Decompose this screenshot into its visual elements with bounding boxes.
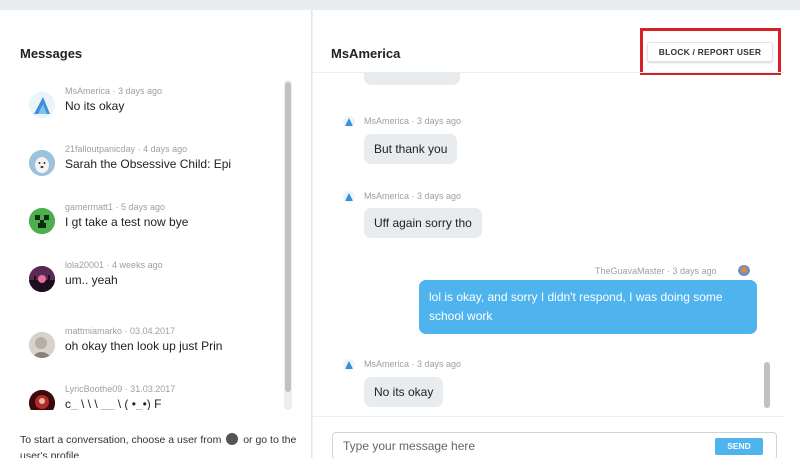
creeper-avatar-icon xyxy=(29,208,55,234)
message-thread: MsAmerica · 3 days ago But thank you MsA… xyxy=(331,73,771,408)
landscape-avatar-icon xyxy=(29,266,55,292)
conversation-preview: I gt take a test now bye xyxy=(65,215,189,229)
messages-heading: Messages xyxy=(20,46,83,61)
start-conversation-hint: To start a conversation, choose a user f… xyxy=(20,433,297,458)
red-avatar-icon xyxy=(29,390,55,410)
conversation-item[interactable]: gamermatt1 · 5 days ago I gt take a test… xyxy=(20,196,282,254)
dog-avatar-icon xyxy=(29,150,55,176)
sender-avatar-icon xyxy=(343,115,355,127)
chat-panel: MsAmerica BLOCK / REPORT USER MsAmerica … xyxy=(313,10,800,458)
scrollbar-thumb[interactable] xyxy=(764,362,770,408)
message-bubble: Uff again sorry tho xyxy=(364,208,482,238)
conversation-item[interactable]: mattmiamarko · 03.04.2017 oh okay then l… xyxy=(20,320,282,378)
input-divider xyxy=(313,416,785,417)
cartoon-avatar-icon xyxy=(29,92,55,118)
user-icon[interactable] xyxy=(226,433,239,445)
conversation-meta: MsAmerica · 3 days ago xyxy=(65,86,163,96)
conversation-item[interactable]: MsAmerica · 3 days ago No its okay xyxy=(20,80,282,138)
conversation-preview: No its okay xyxy=(65,99,125,113)
conversation-preview: um.. yeah xyxy=(65,273,118,287)
own-message-bubble: lol is okay, and sorry I didn't respond,… xyxy=(419,280,757,334)
conversation-meta: lola20001 · 4 weeks ago xyxy=(65,260,163,270)
message-meta: TheGuavaMaster · 3 days ago xyxy=(595,266,717,276)
sender-avatar-icon xyxy=(343,190,355,202)
scrollbar-thumb[interactable] xyxy=(285,82,291,392)
conversation-meta: 21falloutpanicday · 4 days ago xyxy=(65,144,188,154)
conversation-list: MsAmerica · 3 days ago No its okay 21fal… xyxy=(20,80,282,410)
chat-title: MsAmerica xyxy=(331,46,401,61)
conversation-scrollbar[interactable] xyxy=(284,80,292,410)
conversation-item[interactable]: LyricBoothe09 · 31.03.2017 c_ \ \ \ __ \… xyxy=(20,378,282,410)
sender-avatar-icon xyxy=(343,358,355,370)
message-bubble: But thank you xyxy=(364,134,458,164)
message-meta: MsAmerica · 3 days ago xyxy=(364,359,462,369)
message-composer: SEND xyxy=(332,432,777,458)
conversation-meta: mattmiamarko · 03.04.2017 xyxy=(65,326,176,336)
top-strip xyxy=(0,0,800,10)
message-bubble xyxy=(364,73,460,85)
highlight-box xyxy=(640,28,781,75)
send-button[interactable]: SEND xyxy=(715,438,763,455)
conversation-meta: gamermatt1 · 5 days ago xyxy=(65,202,166,212)
conversation-preview: Sarah the Obsessive Child: Epi xyxy=(65,157,232,171)
conversation-item[interactable]: lola20001 · 4 weeks ago um.. yeah xyxy=(20,254,282,312)
photo-avatar-icon xyxy=(29,332,55,358)
conversation-meta: LyricBoothe09 · 31.03.2017 xyxy=(65,384,176,394)
message-input[interactable] xyxy=(343,437,703,455)
chat-scrollbar[interactable] xyxy=(763,80,771,410)
conversation-preview: oh okay then look up just Prin xyxy=(65,339,223,353)
message-bubble: No its okay xyxy=(364,377,444,407)
message-meta: MsAmerica · 3 days ago xyxy=(364,116,462,126)
message-meta: MsAmerica · 3 days ago xyxy=(364,191,462,201)
own-avatar-icon xyxy=(738,264,750,276)
conversations-panel: Messages MsAmerica · 3 days ago No its o… xyxy=(0,10,312,458)
conversation-preview: c_ \ \ \ __ \ ( •_•) F xyxy=(65,397,162,410)
conversation-item[interactable]: 21falloutpanicday · 4 days ago Sarah the… xyxy=(20,138,282,196)
